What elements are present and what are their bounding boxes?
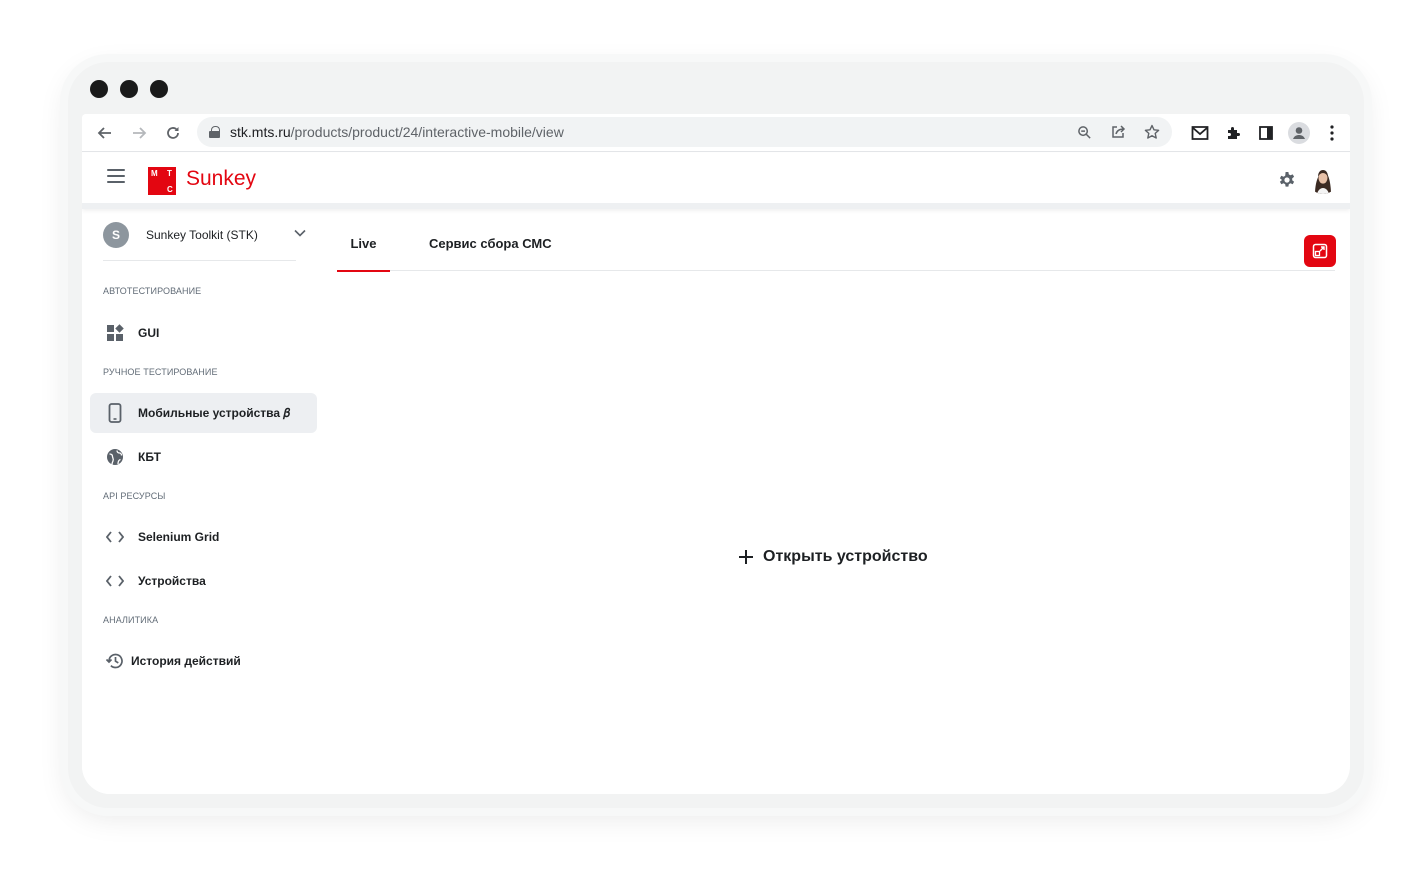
forward-arrow-icon[interactable] [122, 116, 156, 150]
window-dots [90, 80, 168, 98]
device-mockup-frame: stk.mts.ru/products/product/24/interacti… [68, 62, 1364, 808]
reload-icon[interactable] [156, 116, 190, 150]
mobile-phone-icon [104, 402, 126, 424]
sidebar-item-mobile-devices[interactable]: Мобильные устройства 𝛽 [90, 393, 317, 433]
section-title-api-resources: API РЕСУРСЫ [103, 491, 166, 501]
hamburger-menu-icon[interactable] [107, 169, 125, 183]
code-icon [104, 570, 126, 592]
extensions-puzzle-icon[interactable] [1221, 121, 1245, 145]
sidebar-item-label: История действий [131, 654, 241, 668]
sidebar-item-label: Устройства [138, 574, 206, 588]
app-header: М Т С Sunkey [82, 153, 1350, 209]
back-arrow-icon[interactable] [88, 116, 122, 150]
open-device-button[interactable]: Открыть устройство [738, 548, 928, 566]
lock-icon [209, 126, 220, 138]
fullscreen-button[interactable] [1304, 235, 1336, 267]
sidebar-item-history[interactable]: История действий [90, 641, 317, 681]
window-dot [120, 80, 138, 98]
browser-menu-icon[interactable] [1320, 121, 1344, 145]
section-title-analytics: АНАЛИТИКА [103, 615, 159, 625]
open-device-label: Открыть устройство [763, 548, 928, 565]
section-title-manual-testing: РУЧНОЕ ТЕСТИРОВАНИЕ [103, 367, 218, 377]
brand-name: Sunkey [186, 167, 257, 190]
code-icon [104, 526, 126, 548]
sidebar-item-selenium-grid[interactable]: Selenium Grid [90, 517, 317, 557]
dashboard-icon [104, 322, 126, 344]
sidebar-item-gui[interactable]: GUI [90, 313, 317, 353]
sidebar-item-label: GUI [138, 326, 160, 340]
sidebar-item-label: Мобильные устройства 𝛽 [138, 405, 290, 420]
gmail-icon[interactable] [1188, 121, 1212, 145]
sidebar-item-devices[interactable]: Устройства [90, 561, 317, 601]
profile-icon[interactable] [1287, 121, 1311, 145]
settings-gear-icon[interactable] [1276, 169, 1298, 191]
sidebar-item-kbt[interactable]: КБТ [90, 437, 317, 477]
zoom-icon[interactable] [1072, 120, 1096, 144]
expand-icon [1312, 243, 1328, 259]
tab-sms-service[interactable]: Сервис сбора СМС [429, 215, 552, 271]
plus-icon [738, 549, 754, 565]
divider [103, 260, 296, 261]
sidebar: S Sunkey Toolkit (STK) АВТОТЕСТИРОВАНИЕ … [82, 215, 327, 794]
tab-bar: Live Сервис сбора СМС [337, 215, 1335, 272]
section-title-autotesting: АВТОТЕСТИРОВАНИЕ [103, 286, 202, 296]
window-dot [150, 80, 168, 98]
workspace-badge: S [103, 222, 129, 248]
share-icon[interactable] [1106, 120, 1130, 144]
browser-window: stk.mts.ru/products/product/24/interacti… [82, 114, 1350, 794]
tab-label: Live [350, 235, 377, 251]
user-avatar[interactable] [1308, 164, 1338, 194]
mts-logo: М Т С [148, 167, 176, 195]
globe-icon [104, 446, 126, 468]
url-text: stk.mts.ru/products/product/24/interacti… [230, 124, 564, 140]
window-dot [90, 80, 108, 98]
browser-toolbar: stk.mts.ru/products/product/24/interacti… [82, 114, 1350, 152]
workspace-name: Sunkey Toolkit (STK) [146, 228, 258, 242]
sidebar-item-label: КБТ [138, 450, 161, 464]
chevron-down-icon[interactable] [292, 225, 308, 241]
tab-label: Сервис сбора СМС [429, 235, 552, 251]
history-icon [104, 650, 126, 672]
address-bar[interactable]: stk.mts.ru/products/product/24/interacti… [197, 117, 1172, 147]
bookmark-star-icon[interactable] [1140, 120, 1164, 144]
sidebar-item-label: Selenium Grid [138, 530, 220, 544]
tab-live[interactable]: Live [337, 215, 390, 272]
workspace-selector[interactable]: S Sunkey Toolkit (STK) [103, 221, 308, 249]
side-panel-icon[interactable] [1254, 121, 1278, 145]
